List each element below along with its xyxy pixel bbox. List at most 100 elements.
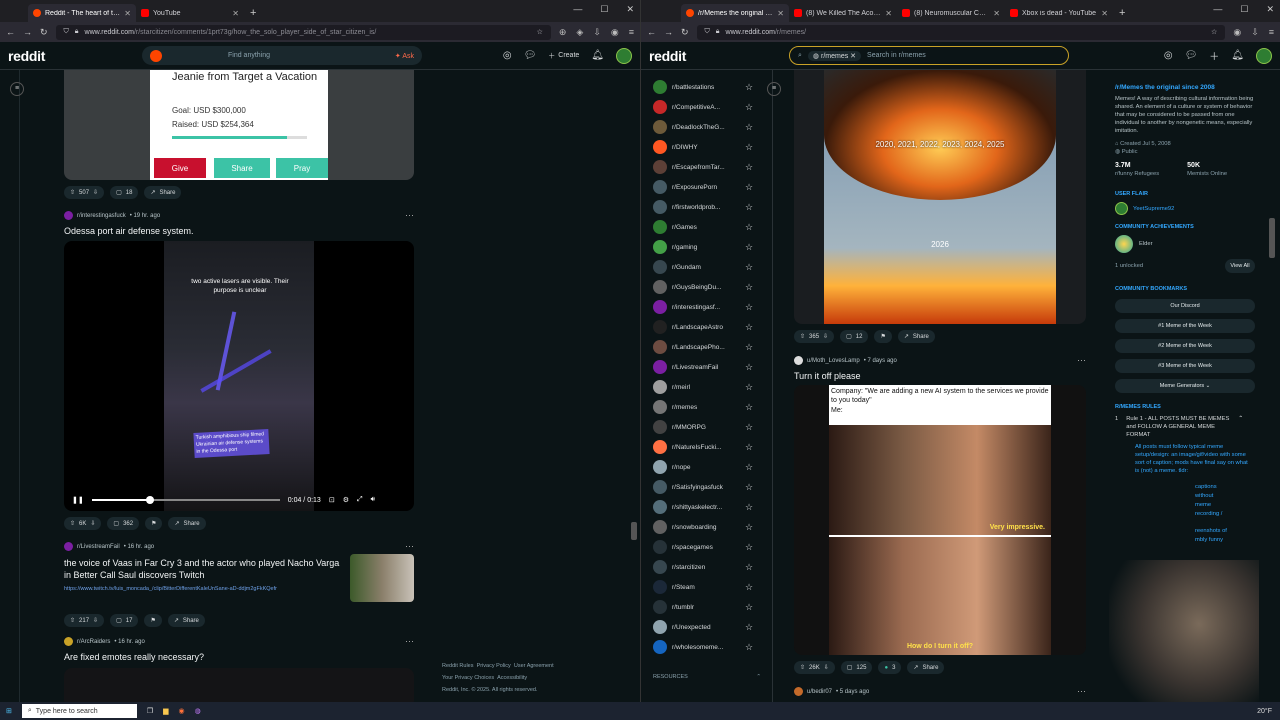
- share-button[interactable]: ↗ Share: [144, 186, 182, 199]
- sidebar-item-subreddit[interactable]: r/Steam ☆: [653, 577, 772, 597]
- comments-button[interactable]: ▢ 17: [110, 614, 139, 627]
- post-author[interactable]: u/bedir07: [807, 689, 832, 695]
- sidebar-item-subreddit[interactable]: r/Satisfyingasfuck ☆: [653, 477, 772, 497]
- upvote-icon[interactable]: ⇧: [70, 617, 75, 624]
- create-icon[interactable]: ＋: [1209, 48, 1219, 63]
- reload-icon[interactable]: ↻: [40, 27, 48, 38]
- sidebar-item-subreddit[interactable]: r/LandscapeAstro ☆: [653, 317, 772, 337]
- comments-button[interactable]: ▢ 18: [110, 186, 139, 199]
- search-scope-chip[interactable]: ◍ r/memes ✕: [807, 50, 862, 61]
- tab-youtube[interactable]: YouTube ✕: [136, 4, 244, 22]
- post-title[interactable]: Odessa port air defense system.: [64, 226, 414, 236]
- sidebar-item-subreddit[interactable]: r/LandscapePho... ☆: [653, 337, 772, 357]
- post-title[interactable]: the voice of Vaas in Far Cry 3 and the a…: [64, 557, 346, 581]
- favorite-star-icon[interactable]: ☆: [745, 642, 753, 653]
- search-bar[interactable]: ⌕ ◍ r/memes ✕ Search in r/memes: [789, 46, 1069, 65]
- post-author[interactable]: u/Moth_LovesLamp: [807, 358, 860, 364]
- hamburger-icon[interactable]: ≡: [10, 82, 24, 96]
- search-bar[interactable]: Find anything ✦ Ask: [142, 46, 422, 65]
- file-explorer-icon[interactable]: ▆: [163, 707, 168, 715]
- subreddit-name[interactable]: r/LivestreamFail: [77, 544, 120, 550]
- vote-pill[interactable]: ⇧ 217 ⇩: [64, 614, 105, 627]
- share-button[interactable]: ↗ Share: [167, 614, 205, 627]
- chat-icon[interactable]: 💬︎: [1185, 50, 1198, 61]
- more-options-icon[interactable]: ⋯: [405, 210, 414, 221]
- new-tab-icon[interactable]: +: [244, 7, 262, 22]
- close-window-icon[interactable]: ✕: [1266, 4, 1274, 15]
- reddit-logo[interactable]: reddit: [8, 48, 128, 64]
- upvote-icon[interactable]: ⇧: [800, 664, 805, 671]
- footer-link[interactable]: Accessibility: [497, 675, 527, 681]
- share-button[interactable]: ↗ Share: [168, 517, 206, 530]
- chat-icon[interactable]: 💬︎: [524, 50, 537, 61]
- favorite-star-icon[interactable]: ☆: [745, 322, 753, 333]
- firefox-icon[interactable]: ◉: [179, 707, 185, 715]
- favorite-star-icon[interactable]: ☆: [745, 262, 753, 273]
- sidebar-item-subreddit[interactable]: r/battlestations ☆: [653, 77, 772, 97]
- share-button[interactable]: ↗ Share: [907, 661, 945, 674]
- subreddit-name[interactable]: r/interestingasfuck: [77, 213, 126, 219]
- favorite-star-icon[interactable]: ☆: [745, 102, 753, 113]
- favorite-star-icon[interactable]: ☆: [745, 622, 753, 633]
- sidebar-item-subreddit[interactable]: r/GuysBeingDu... ☆: [653, 277, 772, 297]
- forward-icon[interactable]: →: [23, 27, 32, 37]
- address-bar[interactable]: ⛉ 🔒︎ www.reddit.com/r/memes/ ☆: [696, 24, 1226, 40]
- sidebar-item-subreddit[interactable]: r/NatureIsFucki... ☆: [653, 437, 772, 457]
- close-tab-icon[interactable]: ✕: [993, 9, 1000, 18]
- downvote-icon[interactable]: ⇩: [90, 520, 95, 527]
- bookmark-discord[interactable]: Our Discord: [1115, 299, 1255, 313]
- favorite-star-icon[interactable]: ☆: [745, 302, 753, 313]
- back-icon[interactable]: ←: [6, 27, 15, 37]
- sidebar-item-subreddit[interactable]: r/Gundam ☆: [653, 257, 772, 277]
- sidebar-item-subreddit[interactable]: r/tumblr ☆: [653, 597, 772, 617]
- hamburger-icon[interactable]: ≡: [767, 82, 781, 96]
- notifications-icon[interactable]: 🔔︎: [591, 50, 604, 61]
- favorite-star-icon[interactable]: ☆: [745, 382, 753, 393]
- post-link[interactable]: https://www.twitch.tv/luis_moncada_/clip…: [64, 586, 346, 592]
- forward-icon[interactable]: →: [664, 27, 673, 37]
- downvote-icon[interactable]: ⇩: [93, 617, 98, 624]
- close-tab-icon[interactable]: ✕: [124, 9, 131, 18]
- bookmark-meme-week-1[interactable]: #1 Meme of the Week: [1115, 319, 1255, 333]
- sidebar-item-subreddit[interactable]: r/snowboarding ☆: [653, 517, 772, 537]
- captions-icon[interactable]: ⊡: [329, 496, 335, 504]
- bookmark-meme-week-3[interactable]: #3 Meme of the Week: [1115, 359, 1255, 373]
- sidebar-item-subreddit[interactable]: r/MMORPG ☆: [653, 417, 772, 437]
- maximize-icon[interactable]: ☐: [600, 4, 608, 15]
- sidebar-item-subreddit[interactable]: r/meirl ☆: [653, 377, 772, 397]
- sidebar-item-subreddit[interactable]: r/starcitizen ☆: [653, 557, 772, 577]
- award-button[interactable]: ⚑: [874, 330, 892, 343]
- bookmark-meme-week-2[interactable]: #2 Meme of the Week: [1115, 339, 1255, 353]
- comments-button[interactable]: ▢ 125: [840, 661, 873, 674]
- favorite-star-icon[interactable]: ☆: [745, 602, 753, 613]
- minimize-icon[interactable]: —: [1213, 4, 1222, 15]
- footer-link[interactable]: Reddit Rules: [442, 663, 474, 669]
- subreddit-name[interactable]: r/ArcRaiders: [77, 639, 110, 645]
- bookmark-star-icon[interactable]: ☆: [1211, 28, 1217, 36]
- favorite-star-icon[interactable]: ☆: [745, 202, 753, 213]
- favorite-star-icon[interactable]: ☆: [745, 362, 753, 373]
- fullscreen-icon[interactable]: ⤢: [357, 496, 363, 504]
- close-tab-icon[interactable]: ✕: [232, 9, 239, 18]
- minimize-icon[interactable]: —: [573, 4, 582, 15]
- sidebar-item-subreddit[interactable]: r/Games ☆: [653, 217, 772, 237]
- ask-button[interactable]: ✦ Ask: [395, 52, 414, 60]
- favorite-star-icon[interactable]: ☆: [745, 82, 753, 93]
- favorite-star-icon[interactable]: ☆: [745, 342, 753, 353]
- post-title[interactable]: Turn it off please: [794, 371, 1086, 381]
- settings-icon[interactable]: ⚙: [343, 496, 349, 504]
- menu-icon[interactable]: ≡: [1269, 27, 1274, 38]
- scrollbar-thumb[interactable]: [1269, 218, 1275, 258]
- sidebar-item-subreddit[interactable]: r/memes ☆: [653, 397, 772, 417]
- favorite-star-icon[interactable]: ☆: [745, 462, 753, 473]
- sidebar-item-subreddit[interactable]: r/wholesomeme... ☆: [653, 637, 772, 657]
- comments-button[interactable]: ▢ 362: [107, 517, 140, 530]
- vote-pill[interactable]: ⇧ 26K ⇩: [794, 661, 835, 674]
- obs-icon[interactable]: ◍: [195, 707, 201, 715]
- favorite-star-icon[interactable]: ☆: [745, 162, 753, 173]
- sidebar-item-subreddit[interactable]: r/Unexpected ☆: [653, 617, 772, 637]
- notifications-icon[interactable]: 🔔︎: [1231, 50, 1244, 61]
- advertise-icon[interactable]: ◎: [503, 50, 512, 61]
- more-options-icon[interactable]: ⋯: [1077, 355, 1086, 366]
- sidebar-item-subreddit[interactable]: r/CompetitiveA... ☆: [653, 97, 772, 117]
